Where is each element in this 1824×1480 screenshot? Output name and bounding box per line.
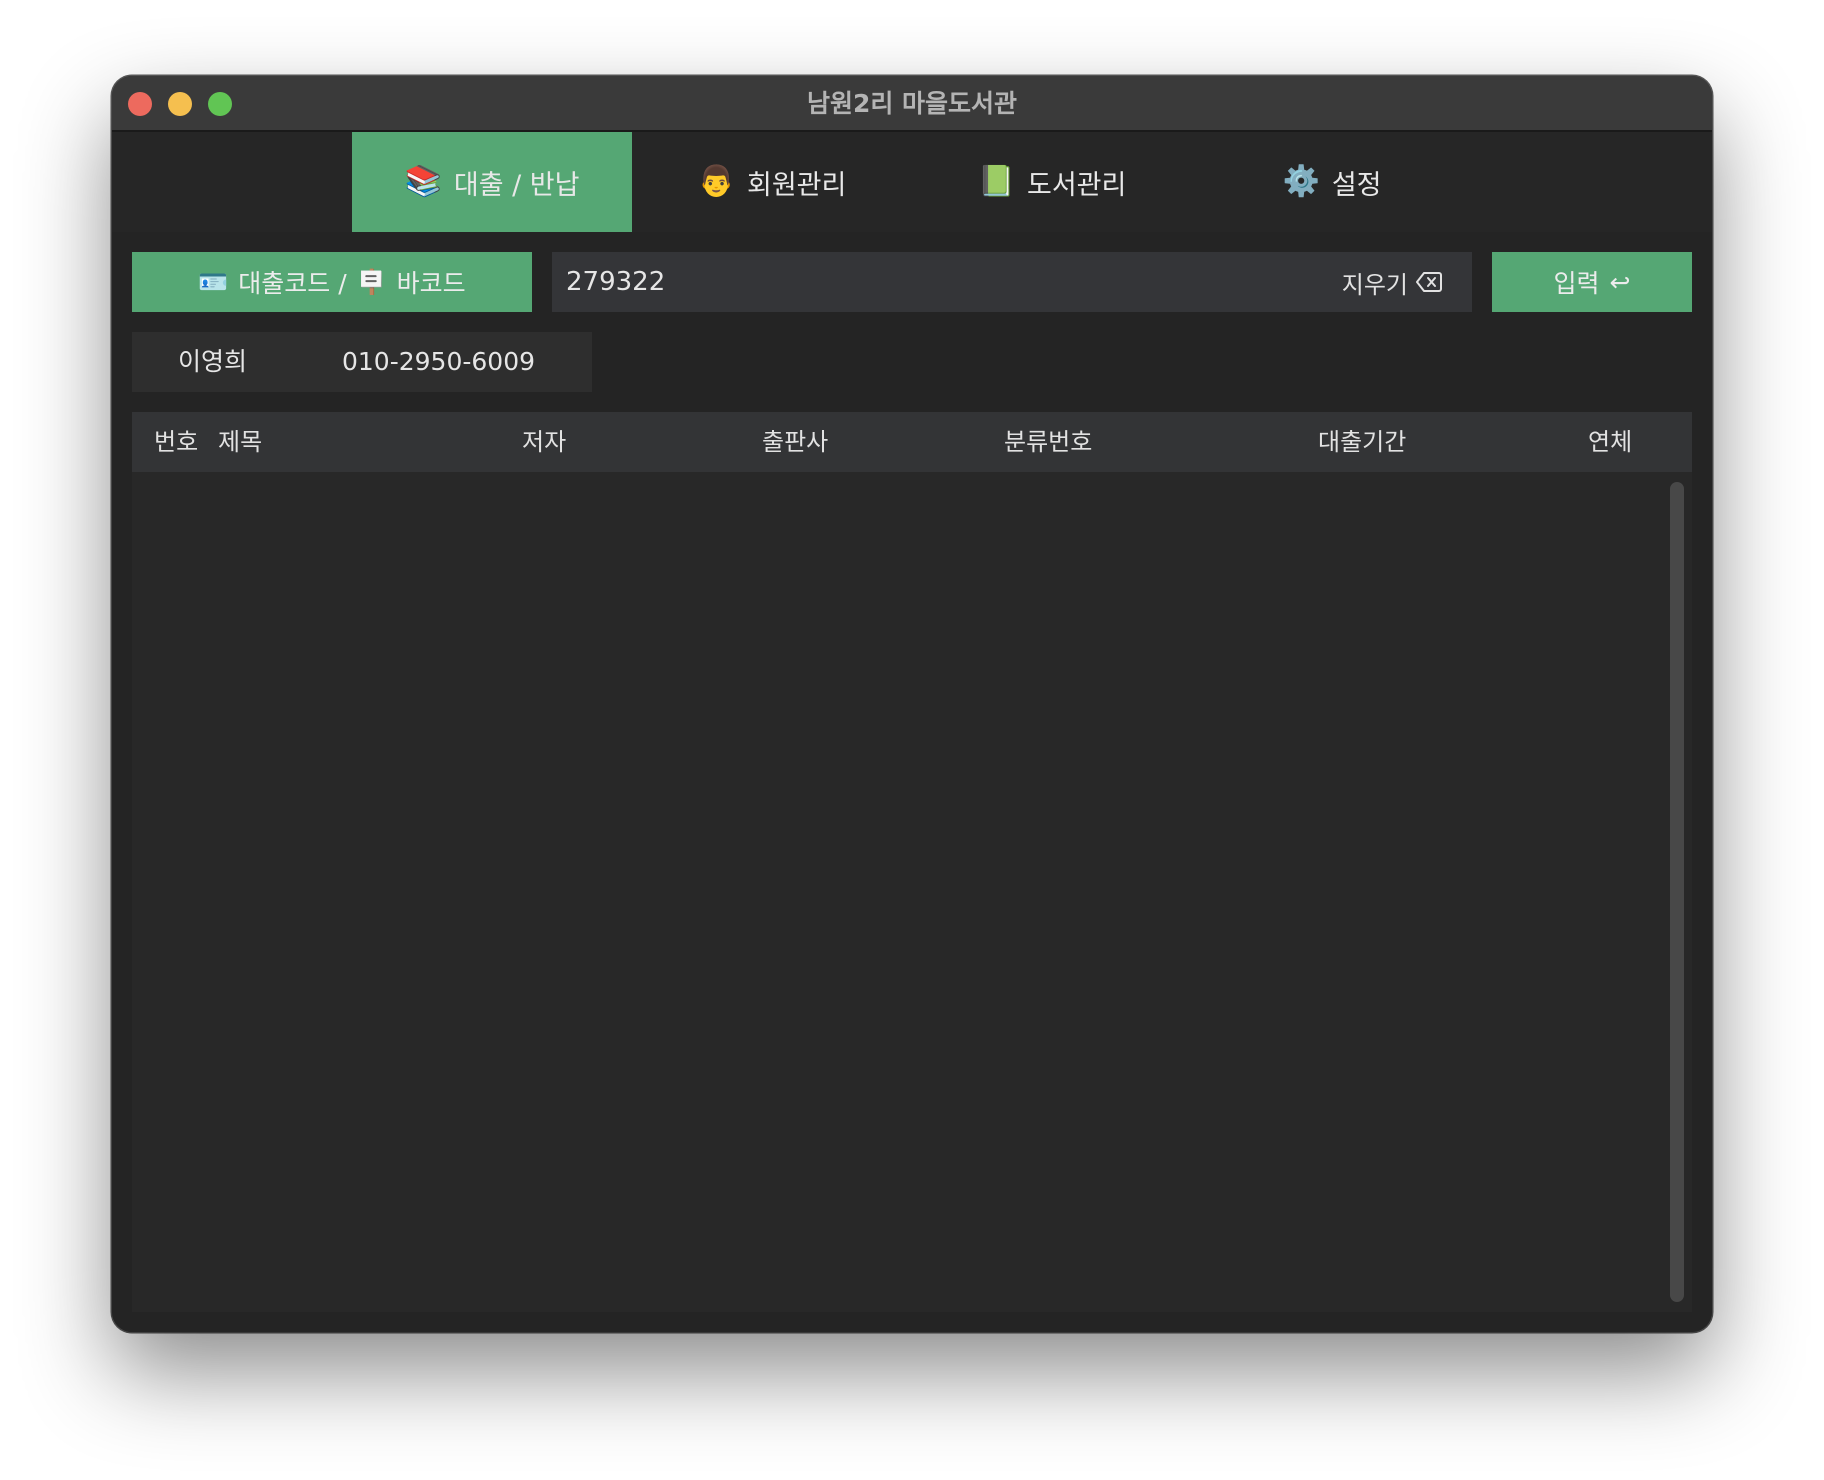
loan-code-label: 대출코드 /: [238, 269, 347, 298]
column-header-author[interactable]: 저자: [522, 412, 566, 472]
member-info: 이영희 010-2950-6009: [132, 332, 592, 392]
books-icon: 📚: [404, 164, 442, 199]
column-header-loan-period[interactable]: 대출기간: [1318, 412, 1406, 472]
tab-label: 도서관리: [1026, 169, 1127, 201]
gear-icon: ⚙️: [1282, 164, 1320, 199]
return-icon: ↩: [1609, 267, 1631, 297]
placard-icon: 🪧: [356, 268, 387, 296]
member-name: 이영희: [178, 347, 248, 376]
person-icon: 👨: [697, 164, 735, 199]
code-input[interactable]: [552, 252, 1342, 312]
tab-label: 설정: [1331, 169, 1382, 201]
delete-left-icon: [1416, 271, 1442, 293]
member-phone: 010-2950-6009: [342, 347, 536, 376]
vertical-scrollbar[interactable]: [1670, 482, 1684, 1302]
enter-label: 입력: [1553, 269, 1600, 298]
title-bar: 남원2리 마을도서관: [112, 76, 1712, 132]
barcode-label: 바코드: [396, 269, 466, 298]
clear-label: 지우기: [1341, 270, 1408, 299]
loan-table: 번호 제목 저자 출판사 분류번호 대출기간 연체: [132, 412, 1692, 1312]
main-panel: 🪪 대출코드 / 🪧 바코드 지우기 입력 ↩ 이영희: [112, 232, 1712, 1332]
tab-settings[interactable]: ⚙️ 설정: [1192, 132, 1472, 232]
column-header-title[interactable]: 제목: [218, 412, 262, 472]
window-title: 남원2리 마을도서관: [806, 89, 1018, 118]
column-header-overdue[interactable]: 연체: [1588, 412, 1632, 472]
clear-button[interactable]: 지우기: [1342, 265, 1472, 300]
code-input-field: 지우기: [552, 252, 1472, 312]
app-window: 남원2리 마을도서관 📚 대출 / 반납 👨 회원관리 📗 도서관리 ⚙️ 설정…: [112, 76, 1712, 1332]
table-header: 번호 제목 저자 출판사 분류번호 대출기간 연체: [132, 412, 1692, 472]
code-mode-button[interactable]: 🪪 대출코드 / 🪧 바코드: [132, 252, 532, 312]
id-card-icon: 🪪: [198, 268, 229, 296]
tab-label: 대출 / 반납: [453, 169, 580, 201]
tab-bar: 📚 대출 / 반납 👨 회원관리 📗 도서관리 ⚙️ 설정: [112, 132, 1712, 232]
tab-book-management[interactable]: 📗 도서관리: [912, 132, 1192, 232]
table-body: [132, 472, 1692, 1312]
tab-member-management[interactable]: 👨 회원관리: [632, 132, 912, 232]
column-header-classification[interactable]: 분류번호: [1004, 412, 1092, 472]
column-header-number[interactable]: 번호: [154, 412, 198, 472]
enter-button[interactable]: 입력 ↩: [1492, 252, 1692, 312]
column-header-publisher[interactable]: 출판사: [762, 412, 828, 472]
green-book-icon: 📗: [977, 164, 1015, 199]
tab-loan-return[interactable]: 📚 대출 / 반납: [352, 132, 632, 232]
tab-label: 회원관리: [746, 169, 847, 201]
